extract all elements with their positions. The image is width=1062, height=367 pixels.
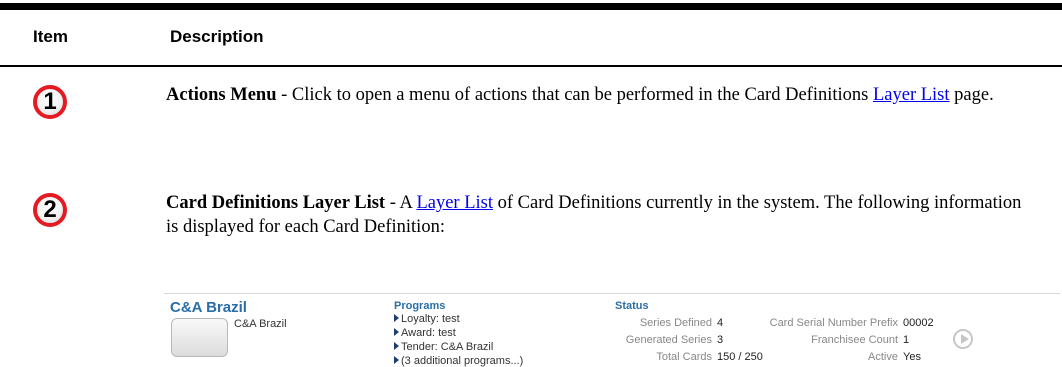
- programs-title: Programs: [394, 300, 446, 312]
- stat-generated-series-label: Generated Series: [625, 334, 712, 346]
- stat-serial-prefix-value: 00002: [903, 317, 934, 329]
- card-separator: [164, 293, 1060, 294]
- column-header-item: Item: [33, 27, 68, 46]
- stat-series-defined-value: 4: [717, 317, 724, 329]
- program-item: Tender: C&A Brazil: [394, 341, 493, 353]
- stat-total-cards-label: Total Cards: [656, 351, 712, 363]
- card-name[interactable]: C&A Brazil: [170, 299, 247, 316]
- stat-generated-series-value: 3: [717, 334, 724, 346]
- bullet-triangle-icon: [394, 328, 399, 336]
- play-circle-icon[interactable]: [953, 329, 973, 349]
- stat-active-value: Yes: [903, 351, 921, 363]
- stat-franchisee-count-value: 1: [903, 334, 910, 346]
- program-item: Loyalty: test: [394, 313, 460, 325]
- program-item-more[interactable]: (3 additional programs...): [394, 355, 523, 367]
- stat-total-cards-value: 150 / 250: [717, 351, 763, 363]
- callout-1-icon: 1: [33, 85, 67, 119]
- callout-2-icon: 2: [33, 193, 67, 227]
- column-header-description: Description: [170, 27, 264, 46]
- bullet-triangle-icon: [394, 314, 399, 322]
- card-definition-example: C&A Brazil C&A Brazil Programs Loyalty: …: [164, 276, 1062, 367]
- bullet-triangle-icon: [394, 356, 399, 364]
- stat-franchisee-count-label: Franchisee Count: [811, 334, 898, 346]
- row-2-text-before: - A: [385, 193, 417, 213]
- layer-list-link[interactable]: Layer List: [873, 85, 950, 105]
- stat-serial-prefix-label: Card Serial Number Prefix: [769, 317, 898, 329]
- card-thumbnail-icon: [171, 318, 228, 357]
- row-2-title: Card Definitions Layer List: [166, 193, 386, 213]
- card-subtitle: C&A Brazil: [234, 318, 287, 330]
- bullet-triangle-icon: [394, 342, 399, 350]
- row-2-description: Card Definitions Layer List - A Layer Li…: [166, 191, 1036, 239]
- row-1-description: Actions Menu - Click to open a menu of a…: [166, 83, 1036, 107]
- table-header-rule: [0, 65, 1062, 67]
- status-title: Status: [615, 300, 649, 312]
- stat-active-label: Active: [868, 351, 898, 363]
- table-top-rule: [0, 3, 1062, 10]
- stat-series-defined-label: Series Defined: [639, 317, 712, 329]
- row-1-title: Actions Menu: [166, 85, 277, 105]
- program-item: Award: test: [394, 327, 456, 339]
- row-1-text-before: - Click to open a menu of actions that c…: [276, 85, 873, 105]
- layer-list-link[interactable]: Layer List: [416, 193, 493, 213]
- row-1-text-after: page.: [949, 85, 994, 105]
